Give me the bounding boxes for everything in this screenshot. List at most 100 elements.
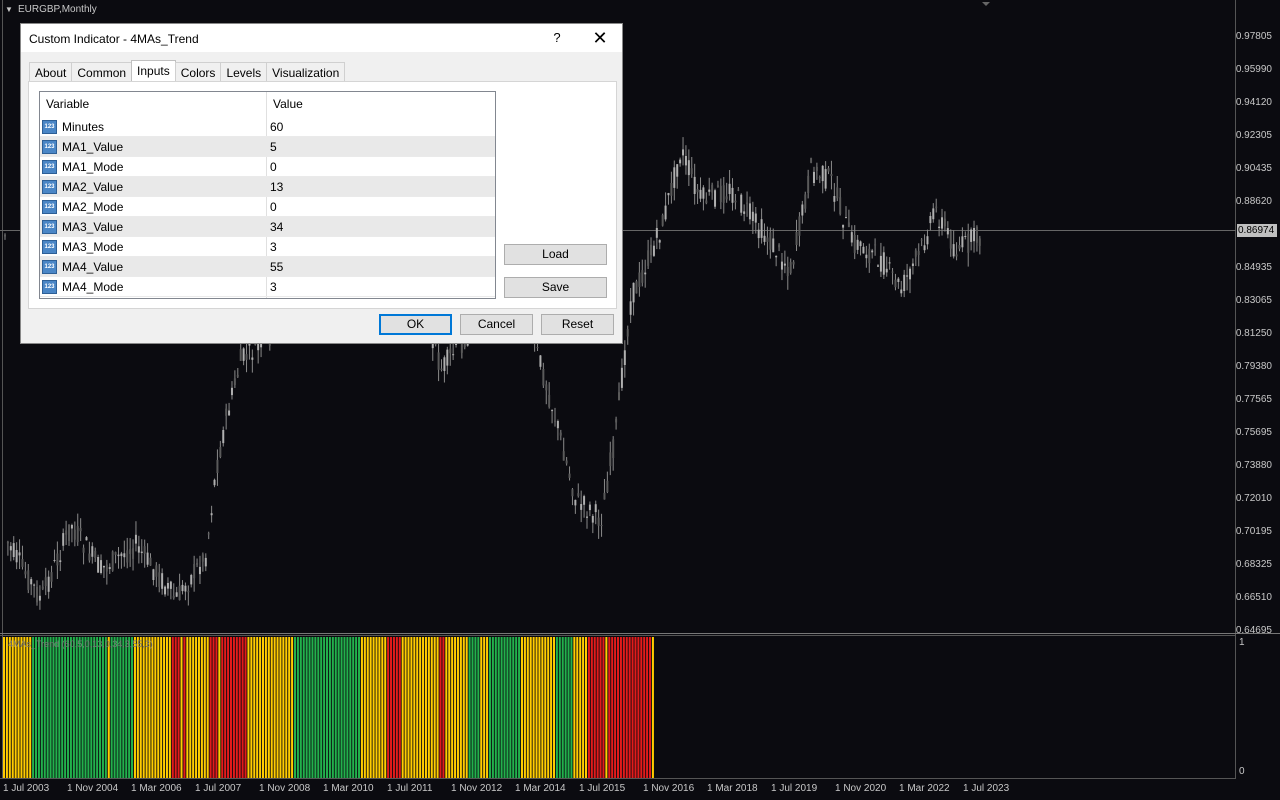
variable-value[interactable]: 3 (270, 277, 277, 297)
price-tick-label: 0.95990 (1235, 64, 1272, 75)
table-row[interactable]: 123 MA2_Mode 0 (40, 197, 495, 217)
candle-body (868, 248, 871, 264)
trend-bar-red (227, 637, 230, 778)
candle-body (833, 196, 836, 202)
trend-bar-red (628, 637, 631, 778)
integer-type-icon: 123 (42, 280, 57, 294)
candle-body (181, 584, 184, 592)
tab-common[interactable]: Common (71, 62, 133, 82)
trend-bar-yellow (547, 637, 550, 778)
candle-body (120, 553, 123, 557)
trend-bar-green (55, 637, 58, 778)
candle-body (187, 590, 190, 593)
ok-button[interactable]: OK (379, 314, 452, 335)
candle-body (792, 261, 795, 265)
tab-levels[interactable]: Levels (220, 62, 268, 82)
trend-bar-yellow (273, 637, 276, 778)
candle-body (740, 194, 743, 213)
table-row[interactable]: 123 MA3_Mode 3 (40, 237, 495, 257)
trend-bar-red (625, 637, 628, 778)
candle-body (615, 418, 618, 423)
trend-bar-yellow (573, 637, 576, 778)
trend-bar-green (72, 637, 75, 778)
trend-bar-yellow (139, 637, 142, 778)
dialog-titlebar[interactable]: Custom Indicator - 4MAs_Trend ? ✕ (21, 24, 622, 52)
trend-bar-green (474, 637, 477, 778)
variable-value[interactable]: 55 (270, 257, 283, 277)
trend-bar-yellow (486, 637, 489, 778)
tab-visualization[interactable]: Visualization (266, 62, 346, 82)
candle-body (746, 202, 749, 204)
candle-body (748, 203, 751, 220)
trend-bar-yellow (456, 637, 459, 778)
table-row[interactable]: 123 MA1_Value 5 (40, 137, 495, 157)
dialog-title: Custom Indicator - 4MAs_Trend (29, 32, 199, 46)
candle-body (440, 368, 443, 371)
variable-value[interactable]: 13 (270, 177, 283, 197)
candle-body (210, 513, 213, 516)
variable-value[interactable]: 34 (270, 217, 283, 237)
price-tick-label: 0.68325 (1235, 559, 1272, 570)
candle-body (676, 164, 679, 177)
candle-body (62, 533, 65, 546)
row-divider (40, 296, 495, 297)
candle-body (551, 410, 554, 412)
candle-body (6, 541, 9, 544)
candle-body (146, 552, 149, 565)
trend-bar-red (171, 637, 174, 778)
candle-body (33, 584, 36, 586)
candle-body (827, 168, 830, 172)
help-button[interactable]: ? (547, 28, 567, 48)
collapse-icon[interactable]: ▼ (5, 5, 13, 14)
trend-bar-green (128, 637, 131, 778)
candle-body (786, 267, 789, 277)
table-row[interactable]: 123 MA4_Mode 3 (40, 277, 495, 297)
table-row[interactable]: 123 MA3_Value 34 (40, 217, 495, 237)
candle-body (955, 254, 958, 257)
save-button[interactable]: Save (504, 277, 607, 298)
candle-body (204, 557, 207, 567)
table-row[interactable]: 123 MA4_Value 55 (40, 257, 495, 277)
trend-bar-green (570, 637, 573, 778)
candle-body (714, 190, 717, 207)
candle-body (696, 189, 699, 193)
column-variable[interactable]: Variable (40, 92, 89, 116)
trend-bar-yellow (407, 637, 410, 778)
tab-about[interactable]: About (29, 62, 73, 82)
candle-body (847, 222, 850, 228)
column-value[interactable]: Value (267, 92, 303, 116)
variable-value[interactable]: 5 (270, 137, 277, 157)
trend-bar-yellow (203, 637, 206, 778)
trend-bar-yellow (369, 637, 372, 778)
reset-button[interactable]: Reset (541, 314, 614, 335)
trend-bar-red (238, 637, 241, 778)
trend-bar-yellow (3, 637, 6, 778)
close-icon[interactable]: ✕ (588, 28, 612, 48)
trend-bar-green (294, 637, 297, 778)
variable-value[interactable]: 0 (270, 197, 277, 217)
trend-bar-red (593, 637, 596, 778)
table-row[interactable]: 123 Minutes 60 (40, 117, 495, 137)
variable-value[interactable]: 0 (270, 157, 277, 177)
candle-body (216, 459, 219, 473)
variable-name: MA1_Mode (62, 160, 124, 174)
load-button[interactable]: Load (504, 244, 607, 265)
candle-body (911, 263, 914, 266)
inputs-panel: Variable Value 123 Minutes 60 123 MA1_Value 5… (28, 81, 617, 309)
trend-bar-green (84, 637, 87, 778)
trend-bar-green (503, 637, 506, 778)
variable-value[interactable]: 60 (270, 117, 283, 137)
trend-bar-green (69, 637, 72, 778)
tab-inputs[interactable]: Inputs (131, 60, 176, 82)
table-row[interactable]: 123 MA1_Mode 0 (40, 157, 495, 177)
trend-bar-green (320, 637, 323, 778)
candle-body (757, 229, 760, 239)
tab-colors[interactable]: Colors (174, 62, 222, 82)
table-row[interactable]: 123 MA2_Value 13 (40, 177, 495, 197)
candle-body (76, 526, 79, 543)
trend-bar-yellow (267, 637, 270, 778)
trend-bar-yellow (168, 637, 171, 778)
variable-value[interactable]: 3 (270, 237, 277, 257)
trend-bar-yellow (384, 637, 387, 778)
cancel-button[interactable]: Cancel (460, 314, 533, 335)
